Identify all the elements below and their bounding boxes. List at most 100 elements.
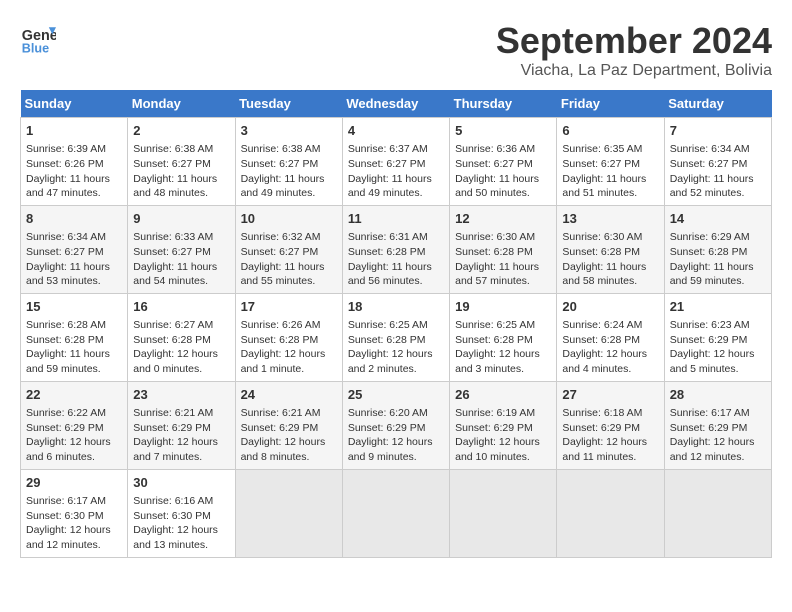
day-info-line: and 58 minutes.	[562, 274, 658, 289]
day-info-line: Sunset: 6:26 PM	[26, 157, 122, 172]
day-info-line: Sunrise: 6:30 AM	[455, 230, 551, 245]
day-number: 15	[26, 298, 122, 316]
day-info-line: Sunset: 6:27 PM	[241, 157, 337, 172]
day-info-line: and 53 minutes.	[26, 274, 122, 289]
day-number: 29	[26, 474, 122, 492]
day-info-line: Daylight: 11 hours	[562, 172, 658, 187]
day-info-line: and 50 minutes.	[455, 186, 551, 201]
day-info-line: and 56 minutes.	[348, 274, 444, 289]
day-info-line: Daylight: 12 hours	[455, 347, 551, 362]
day-info-line: Sunset: 6:29 PM	[26, 421, 122, 436]
calendar-cell: 2Sunrise: 6:38 AMSunset: 6:27 PMDaylight…	[128, 118, 235, 206]
day-info-line: Daylight: 12 hours	[241, 347, 337, 362]
day-number: 4	[348, 122, 444, 140]
day-info-line: Daylight: 12 hours	[670, 347, 766, 362]
day-info-line: and 8 minutes.	[241, 450, 337, 465]
day-number: 24	[241, 386, 337, 404]
day-number: 27	[562, 386, 658, 404]
day-number: 8	[26, 210, 122, 228]
day-info-line: Sunrise: 6:26 AM	[241, 318, 337, 333]
day-info-line: and 4 minutes.	[562, 362, 658, 377]
logo-icon: General Blue	[20, 20, 56, 56]
day-info-line: Daylight: 12 hours	[348, 435, 444, 450]
day-info-line: Daylight: 12 hours	[26, 523, 122, 538]
day-info-line: Daylight: 11 hours	[241, 172, 337, 187]
day-info-line: and 12 minutes.	[26, 538, 122, 553]
day-number: 1	[26, 122, 122, 140]
day-number: 25	[348, 386, 444, 404]
day-info-line: Daylight: 11 hours	[133, 172, 229, 187]
col-tuesday: Tuesday	[235, 90, 342, 118]
day-info-line: Sunrise: 6:34 AM	[670, 142, 766, 157]
day-info-line: and 59 minutes.	[26, 362, 122, 377]
calendar-cell: 9Sunrise: 6:33 AMSunset: 6:27 PMDaylight…	[128, 205, 235, 293]
day-info-line: Sunrise: 6:29 AM	[670, 230, 766, 245]
day-info-line: Daylight: 12 hours	[562, 435, 658, 450]
day-number: 18	[348, 298, 444, 316]
day-info-line: Daylight: 12 hours	[455, 435, 551, 450]
day-info-line: Sunrise: 6:38 AM	[241, 142, 337, 157]
day-info-line: Daylight: 12 hours	[241, 435, 337, 450]
calendar-cell: 5Sunrise: 6:36 AMSunset: 6:27 PMDaylight…	[450, 118, 557, 206]
calendar-cell: 3 Sunrise: 6:38 AMSunset: 6:27 PMDaylight…	[235, 118, 342, 206]
day-info-line: Sunset: 6:28 PM	[348, 245, 444, 260]
day-info-line: Sunrise: 6:24 AM	[562, 318, 658, 333]
day-info-line: and 49 minutes.	[241, 186, 337, 201]
day-info-line: Daylight: 11 hours	[455, 172, 551, 187]
day-number: 16	[133, 298, 229, 316]
calendar-cell: 8Sunrise: 6:34 AMSunset: 6:27 PMDaylight…	[21, 205, 128, 293]
day-info-line: and 49 minutes.	[348, 186, 444, 201]
day-info-line: Sunrise: 6:39 AM	[26, 142, 122, 157]
calendar-table: Sunday Monday Tuesday Wednesday Thursday…	[20, 90, 772, 558]
day-info-line: Sunrise: 6:28 AM	[26, 318, 122, 333]
day-info-line: Sunset: 6:28 PM	[133, 333, 229, 348]
col-monday: Monday	[128, 90, 235, 118]
day-info-line: and 48 minutes.	[133, 186, 229, 201]
logo: General Blue	[20, 20, 56, 56]
calendar-cell: 15Sunrise: 6:28 AMSunset: 6:28 PMDayligh…	[21, 293, 128, 381]
day-info-line: Sunset: 6:28 PM	[562, 333, 658, 348]
day-info-line: Sunset: 6:27 PM	[562, 157, 658, 172]
day-number: 17	[241, 298, 337, 316]
calendar-week-3: 15Sunrise: 6:28 AMSunset: 6:28 PMDayligh…	[21, 293, 772, 381]
day-info-line: Sunset: 6:28 PM	[348, 333, 444, 348]
day-number: 3	[241, 122, 337, 140]
day-number: 30	[133, 474, 229, 492]
day-info-line: Sunrise: 6:18 AM	[562, 406, 658, 421]
day-info-line: and 13 minutes.	[133, 538, 229, 553]
calendar-cell: 20Sunrise: 6:24 AMSunset: 6:28 PMDayligh…	[557, 293, 664, 381]
calendar-cell: 13Sunrise: 6:30 AMSunset: 6:28 PMDayligh…	[557, 205, 664, 293]
day-info-line: Sunset: 6:29 PM	[133, 421, 229, 436]
day-info-line: and 59 minutes.	[670, 274, 766, 289]
day-info-line: Daylight: 11 hours	[133, 260, 229, 275]
day-info-line: Sunset: 6:28 PM	[26, 333, 122, 348]
day-number: 20	[562, 298, 658, 316]
day-info-line: Sunset: 6:29 PM	[348, 421, 444, 436]
day-info-line: Sunset: 6:28 PM	[455, 333, 551, 348]
day-info-line: Sunrise: 6:21 AM	[241, 406, 337, 421]
day-info-line: Sunrise: 6:35 AM	[562, 142, 658, 157]
svg-text:Blue: Blue	[22, 41, 49, 55]
col-saturday: Saturday	[664, 90, 771, 118]
day-number: 10	[241, 210, 337, 228]
day-number: 11	[348, 210, 444, 228]
day-info-line: Sunrise: 6:32 AM	[241, 230, 337, 245]
day-info-line: and 51 minutes.	[562, 186, 658, 201]
day-info-line: Daylight: 11 hours	[241, 260, 337, 275]
day-info-line: Sunrise: 6:31 AM	[348, 230, 444, 245]
day-info-line: Sunrise: 6:38 AM	[133, 142, 229, 157]
day-info-line: Daylight: 12 hours	[26, 435, 122, 450]
calendar-week-4: 22Sunrise: 6:22 AMSunset: 6:29 PMDayligh…	[21, 381, 772, 469]
day-info-line: Sunrise: 6:20 AM	[348, 406, 444, 421]
calendar-cell	[557, 469, 664, 557]
day-info-line: Sunset: 6:28 PM	[455, 245, 551, 260]
day-info-line: Sunset: 6:27 PM	[26, 245, 122, 260]
calendar-cell: 17Sunrise: 6:26 AMSunset: 6:28 PMDayligh…	[235, 293, 342, 381]
day-number: 7	[670, 122, 766, 140]
day-info-line: and 1 minute.	[241, 362, 337, 377]
calendar-cell: 14Sunrise: 6:29 AMSunset: 6:28 PMDayligh…	[664, 205, 771, 293]
day-info-line: and 12 minutes.	[670, 450, 766, 465]
day-info-line: Sunrise: 6:27 AM	[133, 318, 229, 333]
day-info-line: Sunset: 6:29 PM	[241, 421, 337, 436]
day-info-line: Daylight: 11 hours	[348, 172, 444, 187]
